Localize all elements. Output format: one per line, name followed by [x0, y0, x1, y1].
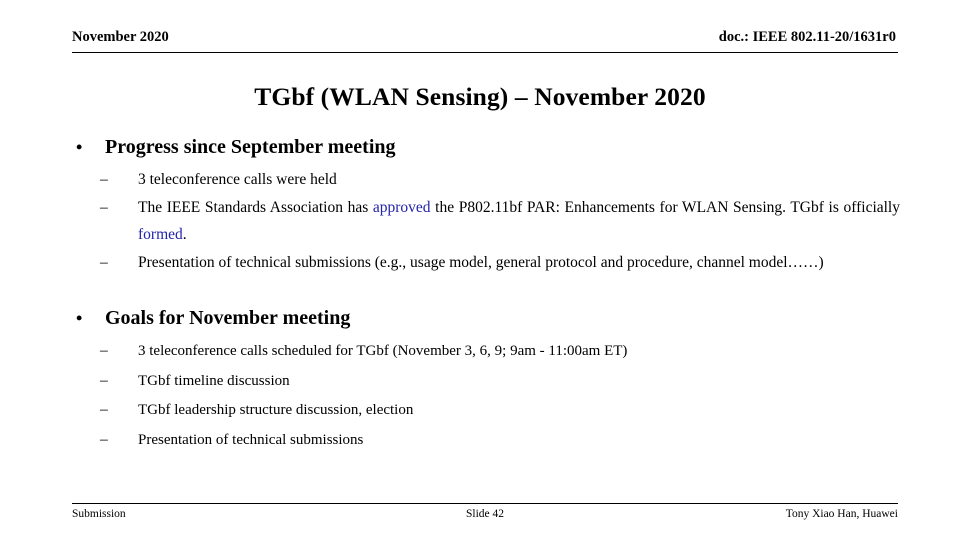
bullet-marker-level2: – — [100, 198, 108, 216]
sub-bullet-label: 3 teleconference calls scheduled for TGb… — [138, 343, 628, 359]
header-document-number: doc.: IEEE 802.11-20/1631r0 — [718, 29, 896, 45]
footer-author: Tony Xiao Han, Huawei — [785, 508, 898, 520]
sub-bullet-label: Presentation of technical submissions — [138, 431, 364, 448]
sub-bullet-technical-submissions-detail: – Presentation of technical submissions … — [62, 249, 900, 277]
bullet-marker-level2: – — [100, 371, 108, 389]
sub-bullet-calls-scheduled: – 3 teleconference calls scheduled for T… — [62, 337, 900, 367]
sub-bullet-par-approved: – The IEEE Standards Association has app… — [62, 194, 900, 249]
bullet-progress-since-september: • Progress since September meeting — [62, 134, 900, 160]
slide: November 2020 doc.: IEEE 802.11-20/1631r… — [0, 0, 960, 540]
highlighted-word-approved: approved — [372, 198, 431, 216]
sub-bullet-teleconference-calls-held: – 3 teleconference calls were held — [62, 166, 900, 194]
sub-bullet-technical-submissions: – Presentation of technical submissions — [62, 426, 900, 456]
sub-bullet-text-middle: the P802.11bf PAR: Enhancements for WLAN… — [430, 198, 900, 216]
sub-bullet-leadership-structure: – TGbf leadership structure discussion, … — [62, 396, 900, 426]
bullet-marker-level2: – — [100, 342, 108, 359]
slide-header: November 2020 doc.: IEEE 802.11-20/1631r… — [72, 28, 898, 53]
footer-submission-label: Submission — [72, 508, 126, 520]
bullet-marker-level2: – — [100, 430, 108, 448]
sub-bullet-label: 3 teleconference calls were held — [138, 171, 337, 188]
bullet-marker-level2: – — [100, 253, 108, 271]
bullet-level1-label: Goals for November meeting — [105, 307, 351, 329]
footer-slide-number: Slide 42 — [465, 508, 504, 520]
sub-bullet-timeline-discussion: – TGbf timeline discussion — [62, 367, 900, 397]
bullet-marker-level2: – — [100, 171, 108, 188]
header-date: November 2020 — [72, 29, 169, 45]
bullet-marker-level2: – — [100, 401, 108, 418]
slide-body: • Progress since September meeting – 3 t… — [62, 134, 900, 455]
slide-footer: Submission Slide 42 Tony Xiao Han, Huawe… — [72, 503, 898, 521]
page-title: TGbf (WLAN Sensing) – November 2020 — [254, 82, 706, 111]
bullet-marker-level1: • — [76, 137, 83, 157]
sub-bullet-label: TGbf timeline discussion — [138, 372, 290, 389]
sub-bullet-label: Presentation of technical submissions (e… — [138, 253, 824, 271]
sub-bullet-text-prefix: The IEEE Standards Association has — [138, 198, 373, 216]
bullet-goals-for-november: • Goals for November meeting — [62, 305, 900, 331]
bullet-level1-label: Progress since September meeting — [105, 136, 396, 158]
sub-bullet-label: TGbf leadership structure discussion, el… — [138, 402, 414, 418]
sub-bullet-text-suffix: . — [182, 226, 187, 243]
highlighted-word-formed: formed — [138, 226, 183, 243]
bullet-marker-level1: • — [76, 308, 83, 328]
